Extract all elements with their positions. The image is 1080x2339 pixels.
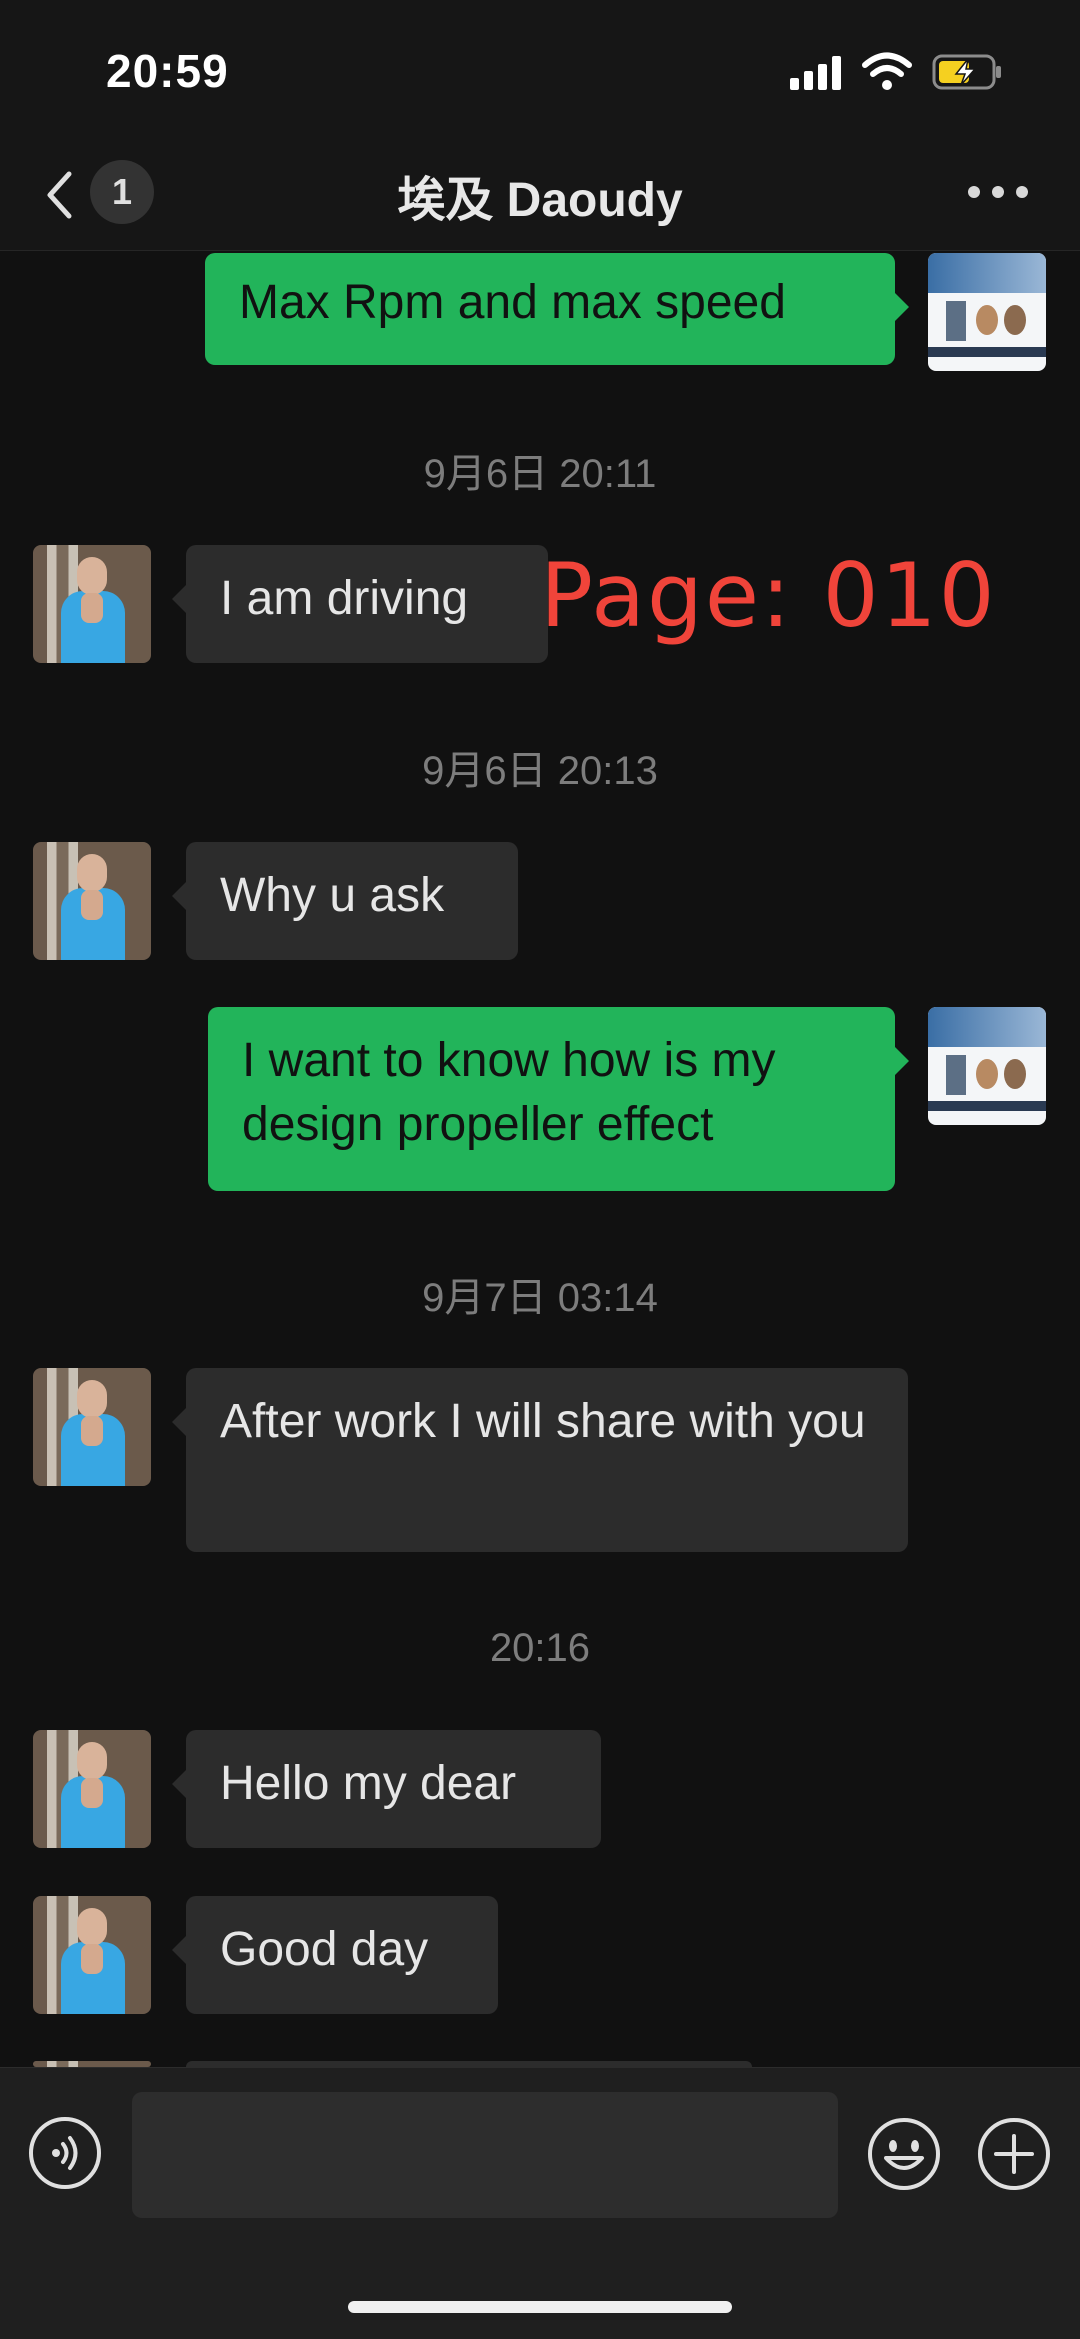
wifi-icon xyxy=(862,52,912,90)
contact-avatar[interactable] xyxy=(33,1896,151,2014)
status-time: 20:59 xyxy=(106,45,229,97)
message-bubble-incoming[interactable]: After work I will share with you xyxy=(172,1368,908,1552)
unread-count-badge[interactable]: 1 xyxy=(90,160,154,224)
contact-avatar[interactable] xyxy=(33,842,151,960)
home-indicator[interactable] xyxy=(348,2301,732,2313)
message-input[interactable] xyxy=(132,2092,838,2218)
message-bubble-incoming[interactable]: Why u ask xyxy=(172,842,518,960)
emoji-icon[interactable] xyxy=(866,2116,942,2192)
cellular-signal-icon xyxy=(790,56,844,90)
voice-icon[interactable] xyxy=(28,2116,102,2190)
contact-avatar[interactable] xyxy=(33,545,151,663)
my-avatar[interactable] xyxy=(928,253,1046,371)
contact-avatar[interactable] xyxy=(33,1368,151,1486)
timestamp: 9月7日 03:14 xyxy=(422,1276,658,1320)
message-bubble-outgoing[interactable]: Max Rpm and max speed xyxy=(205,253,909,365)
timestamp: 9月6日 20:11 xyxy=(423,452,657,496)
message-list[interactable]: Max Rpm and max speed 9月6日 20:11 I am dr… xyxy=(0,251,1080,2067)
message-bubble-incoming[interactable]: Hello my dear xyxy=(172,1730,601,1848)
message-bubble-incoming[interactable]: Good day xyxy=(172,1896,498,2014)
more-options-icon[interactable] xyxy=(968,186,1028,198)
contact-avatar[interactable] xyxy=(33,1730,151,1848)
message-bubble-outgoing[interactable]: I want to know how is my design propelle… xyxy=(208,1007,909,1191)
message-bubble-incoming[interactable]: I am driving xyxy=(172,545,548,663)
my-avatar[interactable] xyxy=(928,1007,1046,1125)
timestamp: 20:16 xyxy=(489,1626,591,1670)
chat-title: 埃及 Daoudy xyxy=(397,174,683,227)
battery-charging-icon xyxy=(932,54,1001,90)
page-watermark: Page: 010 xyxy=(540,544,997,647)
plus-icon[interactable] xyxy=(976,2116,1052,2192)
input-bar xyxy=(0,2067,1080,2339)
back-chevron-icon[interactable] xyxy=(44,170,74,220)
timestamp: 9月6日 20:13 xyxy=(422,749,658,793)
status-bar: 20:59 xyxy=(0,0,1080,140)
